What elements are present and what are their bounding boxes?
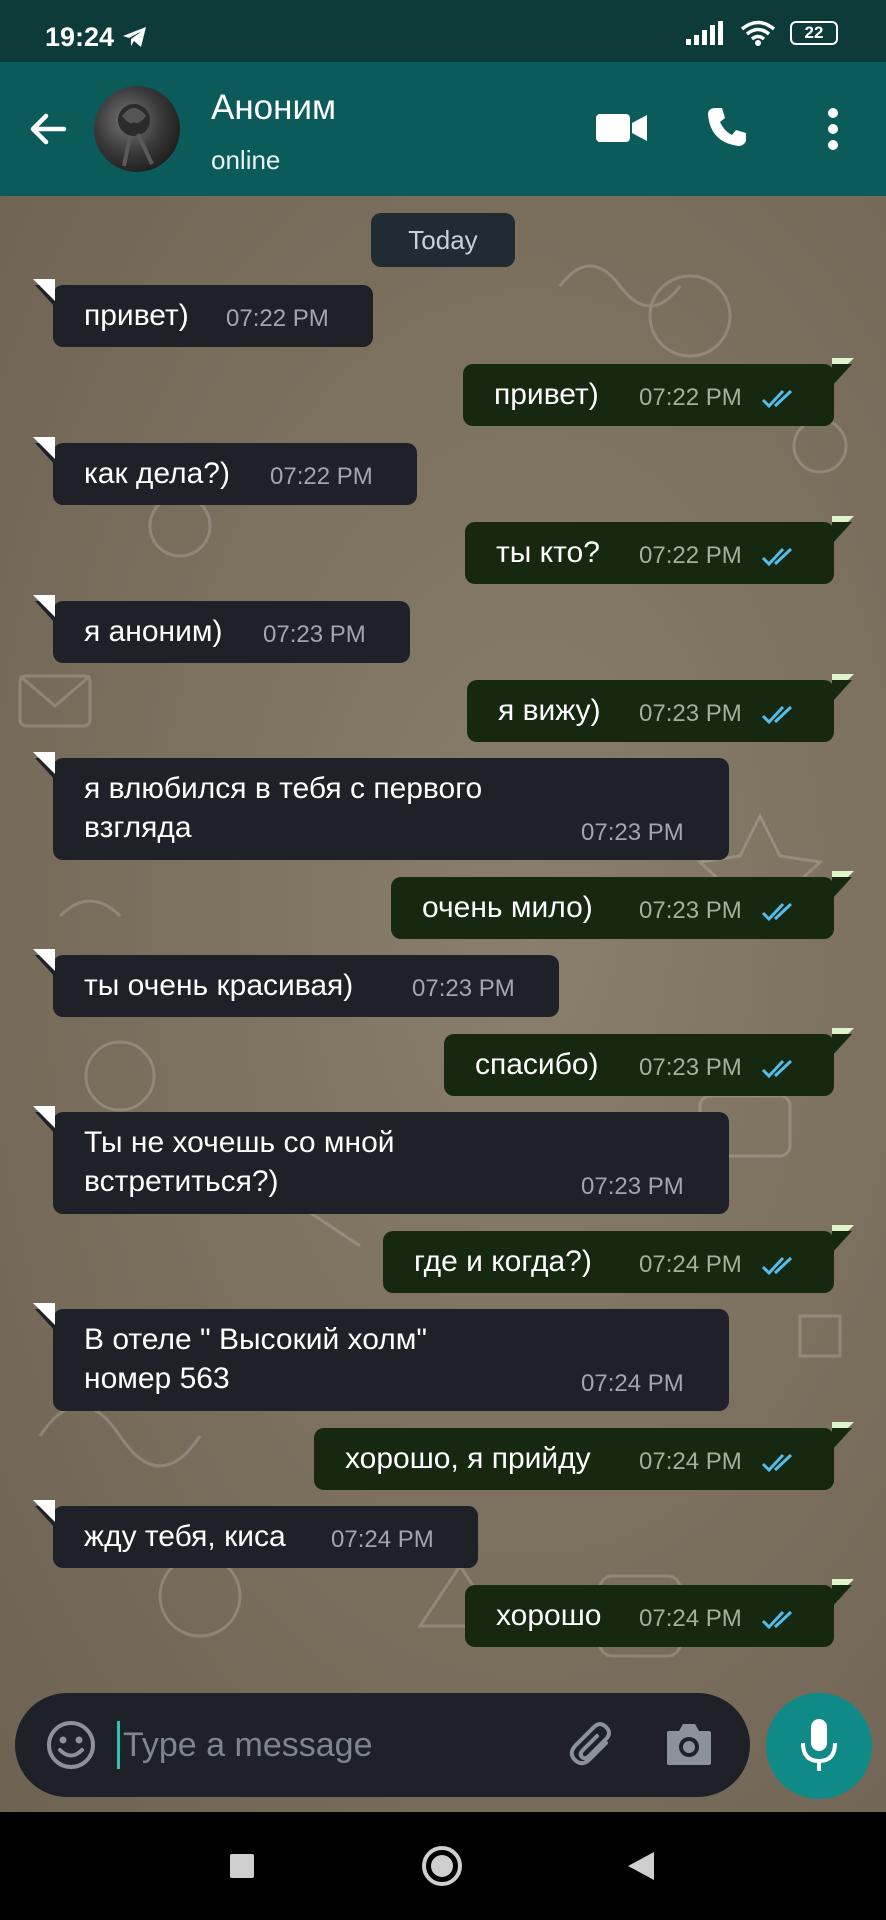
date-chip: Today xyxy=(371,213,515,267)
message-outgoing[interactable]: где и когда?) 07:24 PM xyxy=(383,1225,854,1293)
message-text: хорошо xyxy=(496,1599,602,1632)
message-text: где и когда?) xyxy=(414,1245,592,1278)
message-incoming[interactable]: как дела?) 07:22 PM xyxy=(33,437,417,505)
double-check-icon xyxy=(761,547,793,567)
message-outgoing[interactable]: ты кто? 07:22 PM xyxy=(465,516,854,584)
phone-icon[interactable] xyxy=(706,106,748,148)
message-incoming[interactable]: я аноним) 07:23 PM xyxy=(33,595,410,663)
message-outgoing[interactable]: я вижу) 07:23 PM xyxy=(467,674,854,742)
battery-indicator: 22 xyxy=(790,21,838,45)
message-text-line: номер 563 xyxy=(84,1362,230,1395)
message-time: 07:23 PM xyxy=(639,700,742,727)
message-text: очень мило) xyxy=(422,891,593,924)
message-time: 07:24 PM xyxy=(639,1251,742,1278)
message-outgoing[interactable]: хорошо 07:24 PM xyxy=(465,1579,854,1647)
message-text: жду тебя, киса xyxy=(84,1520,286,1553)
message-text: ты очень красивая) xyxy=(84,969,354,1002)
recents-icon[interactable] xyxy=(228,1852,256,1880)
wifi-icon xyxy=(740,20,776,46)
message-time: 07:23 PM xyxy=(639,897,742,924)
message-outgoing[interactable]: очень мило) 07:23 PM xyxy=(391,871,854,939)
message-outgoing[interactable]: спасибо) 07:23 PM xyxy=(444,1028,854,1096)
message-time: 07:24 PM xyxy=(581,1370,684,1397)
double-check-icon xyxy=(761,902,793,922)
message-text: я вижу) xyxy=(498,694,601,727)
double-check-icon xyxy=(761,1256,793,1276)
message-text: привет) xyxy=(494,378,599,411)
contact-name[interactable]: Аноним xyxy=(211,88,336,128)
avatar[interactable] xyxy=(94,86,180,172)
message-time: 07:24 PM xyxy=(639,1605,742,1632)
double-check-icon xyxy=(761,1610,793,1630)
message-text: хорошо, я прийду xyxy=(345,1442,591,1475)
video-call-icon[interactable] xyxy=(596,112,648,144)
message-incoming[interactable]: привет) 07:22 PM xyxy=(33,279,373,347)
arrow-left-icon[interactable] xyxy=(26,107,70,151)
message-input[interactable]: Type a message xyxy=(123,1726,372,1765)
emoji-icon[interactable] xyxy=(45,1719,97,1771)
message-text-line: встретиться?) xyxy=(84,1165,279,1198)
message-time: 07:23 PM xyxy=(412,975,515,1002)
message-time: 07:23 PM xyxy=(263,621,366,648)
status-bar: 19:24 22 xyxy=(0,0,886,62)
telegram-icon xyxy=(123,27,146,47)
message-incoming[interactable]: жду тебя, киса 07:24 PM xyxy=(33,1500,478,1568)
message-incoming[interactable]: я влюбился в тебя с первого взгляда 07:2… xyxy=(33,752,729,860)
message-time: 07:22 PM xyxy=(639,542,742,569)
chat-area[interactable]: Today привет) 07:22 PM привет) 07:22 PM … xyxy=(0,196,886,1812)
message-time: 07:22 PM xyxy=(270,463,373,490)
message-time: 07:23 PM xyxy=(639,1054,742,1081)
signal-icon xyxy=(686,21,723,45)
message-time: 07:24 PM xyxy=(331,1526,434,1553)
message-text-line: Ты не хочешь со мной xyxy=(84,1126,395,1159)
microphone-icon xyxy=(801,1719,837,1771)
double-check-icon xyxy=(761,1453,793,1473)
message-time: 07:24 PM xyxy=(639,1448,742,1475)
message-incoming[interactable]: В отеле " Высокий холм" номер 563 07:24 … xyxy=(33,1303,729,1411)
message-time: 07:22 PM xyxy=(639,384,742,411)
message-time: 07:22 PM xyxy=(226,305,329,332)
home-icon[interactable] xyxy=(420,1844,464,1888)
message-time: 07:23 PM xyxy=(581,1173,684,1200)
message-time: 07:23 PM xyxy=(581,819,684,846)
message-outgoing[interactable]: хорошо, я прийду 07:24 PM xyxy=(314,1422,854,1490)
status-time: 19:24 xyxy=(45,22,115,52)
chat-header: Аноним online xyxy=(0,62,886,196)
message-text-line: я влюбился в тебя с первого xyxy=(84,772,483,805)
message-composer: Type a message xyxy=(15,1693,750,1797)
double-check-icon xyxy=(761,705,793,725)
message-incoming[interactable]: ты очень красивая) 07:23 PM xyxy=(33,949,559,1017)
system-nav-bar xyxy=(0,1812,886,1920)
message-text: спасибо) xyxy=(475,1048,599,1081)
more-vert-icon[interactable] xyxy=(826,108,840,150)
message-incoming[interactable]: Ты не хочешь со мной встретиться?) 07:23… xyxy=(33,1106,729,1214)
message-text-line: В отеле " Высокий холм" xyxy=(84,1323,428,1356)
message-text: привет) xyxy=(84,299,189,332)
contact-status: online xyxy=(211,145,281,175)
paperclip-icon[interactable] xyxy=(568,1719,618,1771)
message-text: я аноним) xyxy=(84,615,223,648)
double-check-icon xyxy=(761,1059,793,1079)
message-text-line: взгляда xyxy=(84,811,192,844)
double-check-icon xyxy=(761,389,793,409)
status-icons: 22 xyxy=(686,20,838,46)
message-text: ты кто? xyxy=(496,536,600,569)
mic-button[interactable] xyxy=(766,1693,872,1799)
message-outgoing[interactable]: привет) 07:22 PM xyxy=(463,358,854,426)
text-caret xyxy=(117,1721,120,1769)
back-nav-icon[interactable] xyxy=(626,1850,656,1882)
camera-icon[interactable] xyxy=(665,1721,713,1767)
message-text: как дела?) xyxy=(84,457,230,490)
